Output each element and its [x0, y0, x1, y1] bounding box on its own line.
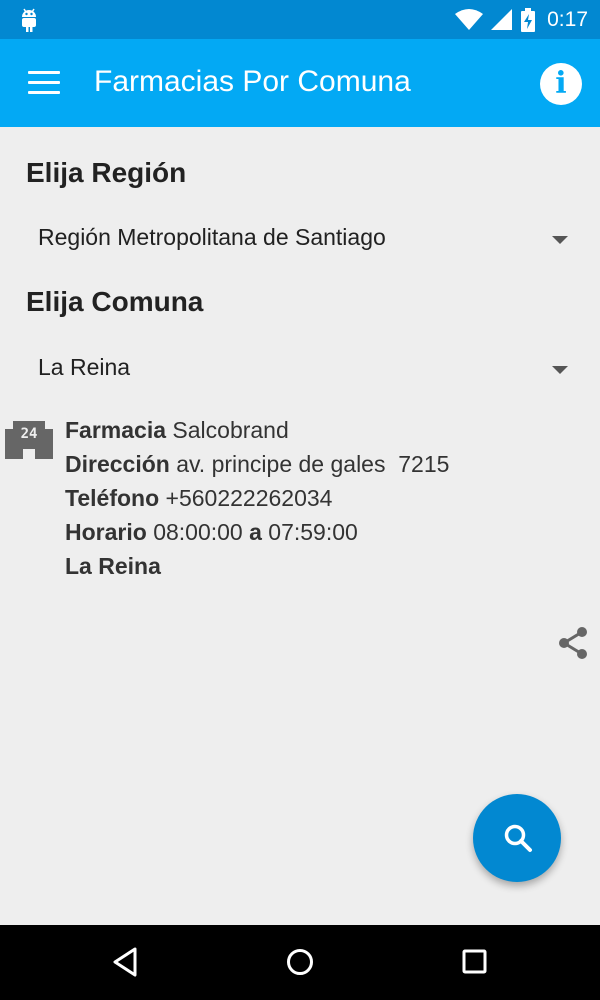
name-label: Farmacia	[65, 417, 167, 443]
app-title: Farmacias Por Comuna	[94, 65, 411, 98]
pharmacy-hours-row: Horario 08:00:00 a 07:59:00	[65, 515, 449, 549]
pharmacy-address-row: Dirección av. principe de gales 7215	[65, 447, 449, 481]
signal-icon	[491, 8, 513, 30]
phone-label: Teléfono	[65, 485, 160, 511]
pharmacy-phone: +560222262034	[165, 485, 333, 511]
pharmacy-phone-row: Teléfono +560222262034	[65, 481, 449, 515]
status-time: 0:17	[547, 7, 588, 31]
pharmacy-comuna-row: La Reina	[65, 549, 449, 583]
address-label: Dirección	[65, 451, 170, 477]
hours-separator: a	[249, 519, 262, 545]
hours-label: Horario	[65, 519, 147, 545]
android-icon	[22, 8, 36, 32]
search-button[interactable]	[473, 794, 561, 882]
pharmacy-name-row: Farmacia Salcobrand	[65, 413, 449, 447]
dropdown-arrow-icon	[552, 236, 568, 244]
region-heading: Elija Región	[26, 157, 187, 188]
search-icon	[504, 824, 532, 852]
home-icon[interactable]	[286, 947, 314, 977]
comuna-dropdown[interactable]: La Reina	[38, 344, 570, 394]
pharmacy-24h-icon: 24	[5, 421, 53, 459]
share-icon[interactable]	[557, 626, 589, 660]
pharmacy-details: Farmacia Salcobrand Dirección av. princi…	[65, 413, 449, 583]
opening-time: 08:00:00	[153, 519, 243, 545]
pharmacy-comuna: La Reina	[65, 553, 161, 579]
dropdown-arrow-icon	[552, 366, 568, 374]
battery-charging-icon	[521, 7, 536, 32]
navigation-bar	[0, 925, 600, 1000]
svg-text:24: 24	[21, 426, 38, 442]
app-bar: Farmacias Por Comuna i	[0, 39, 600, 127]
comuna-selected-value: La Reina	[38, 354, 131, 380]
menu-icon[interactable]	[28, 71, 60, 95]
region-selected-value: Región Metropolitana de Santiago	[38, 224, 386, 250]
info-icon[interactable]: i	[540, 63, 582, 105]
recents-icon[interactable]	[461, 947, 489, 977]
comuna-heading: Elija Comuna	[26, 286, 204, 317]
status-bar: 0:17	[0, 0, 600, 39]
back-icon[interactable]	[112, 947, 138, 977]
pharmacy-address: av. principe de gales 7215	[176, 451, 450, 477]
wifi-icon	[455, 8, 484, 30]
pharmacy-name: Salcobrand	[172, 417, 289, 443]
region-dropdown[interactable]: Región Metropolitana de Santiago	[38, 214, 570, 264]
closing-time: 07:59:00	[268, 519, 358, 545]
